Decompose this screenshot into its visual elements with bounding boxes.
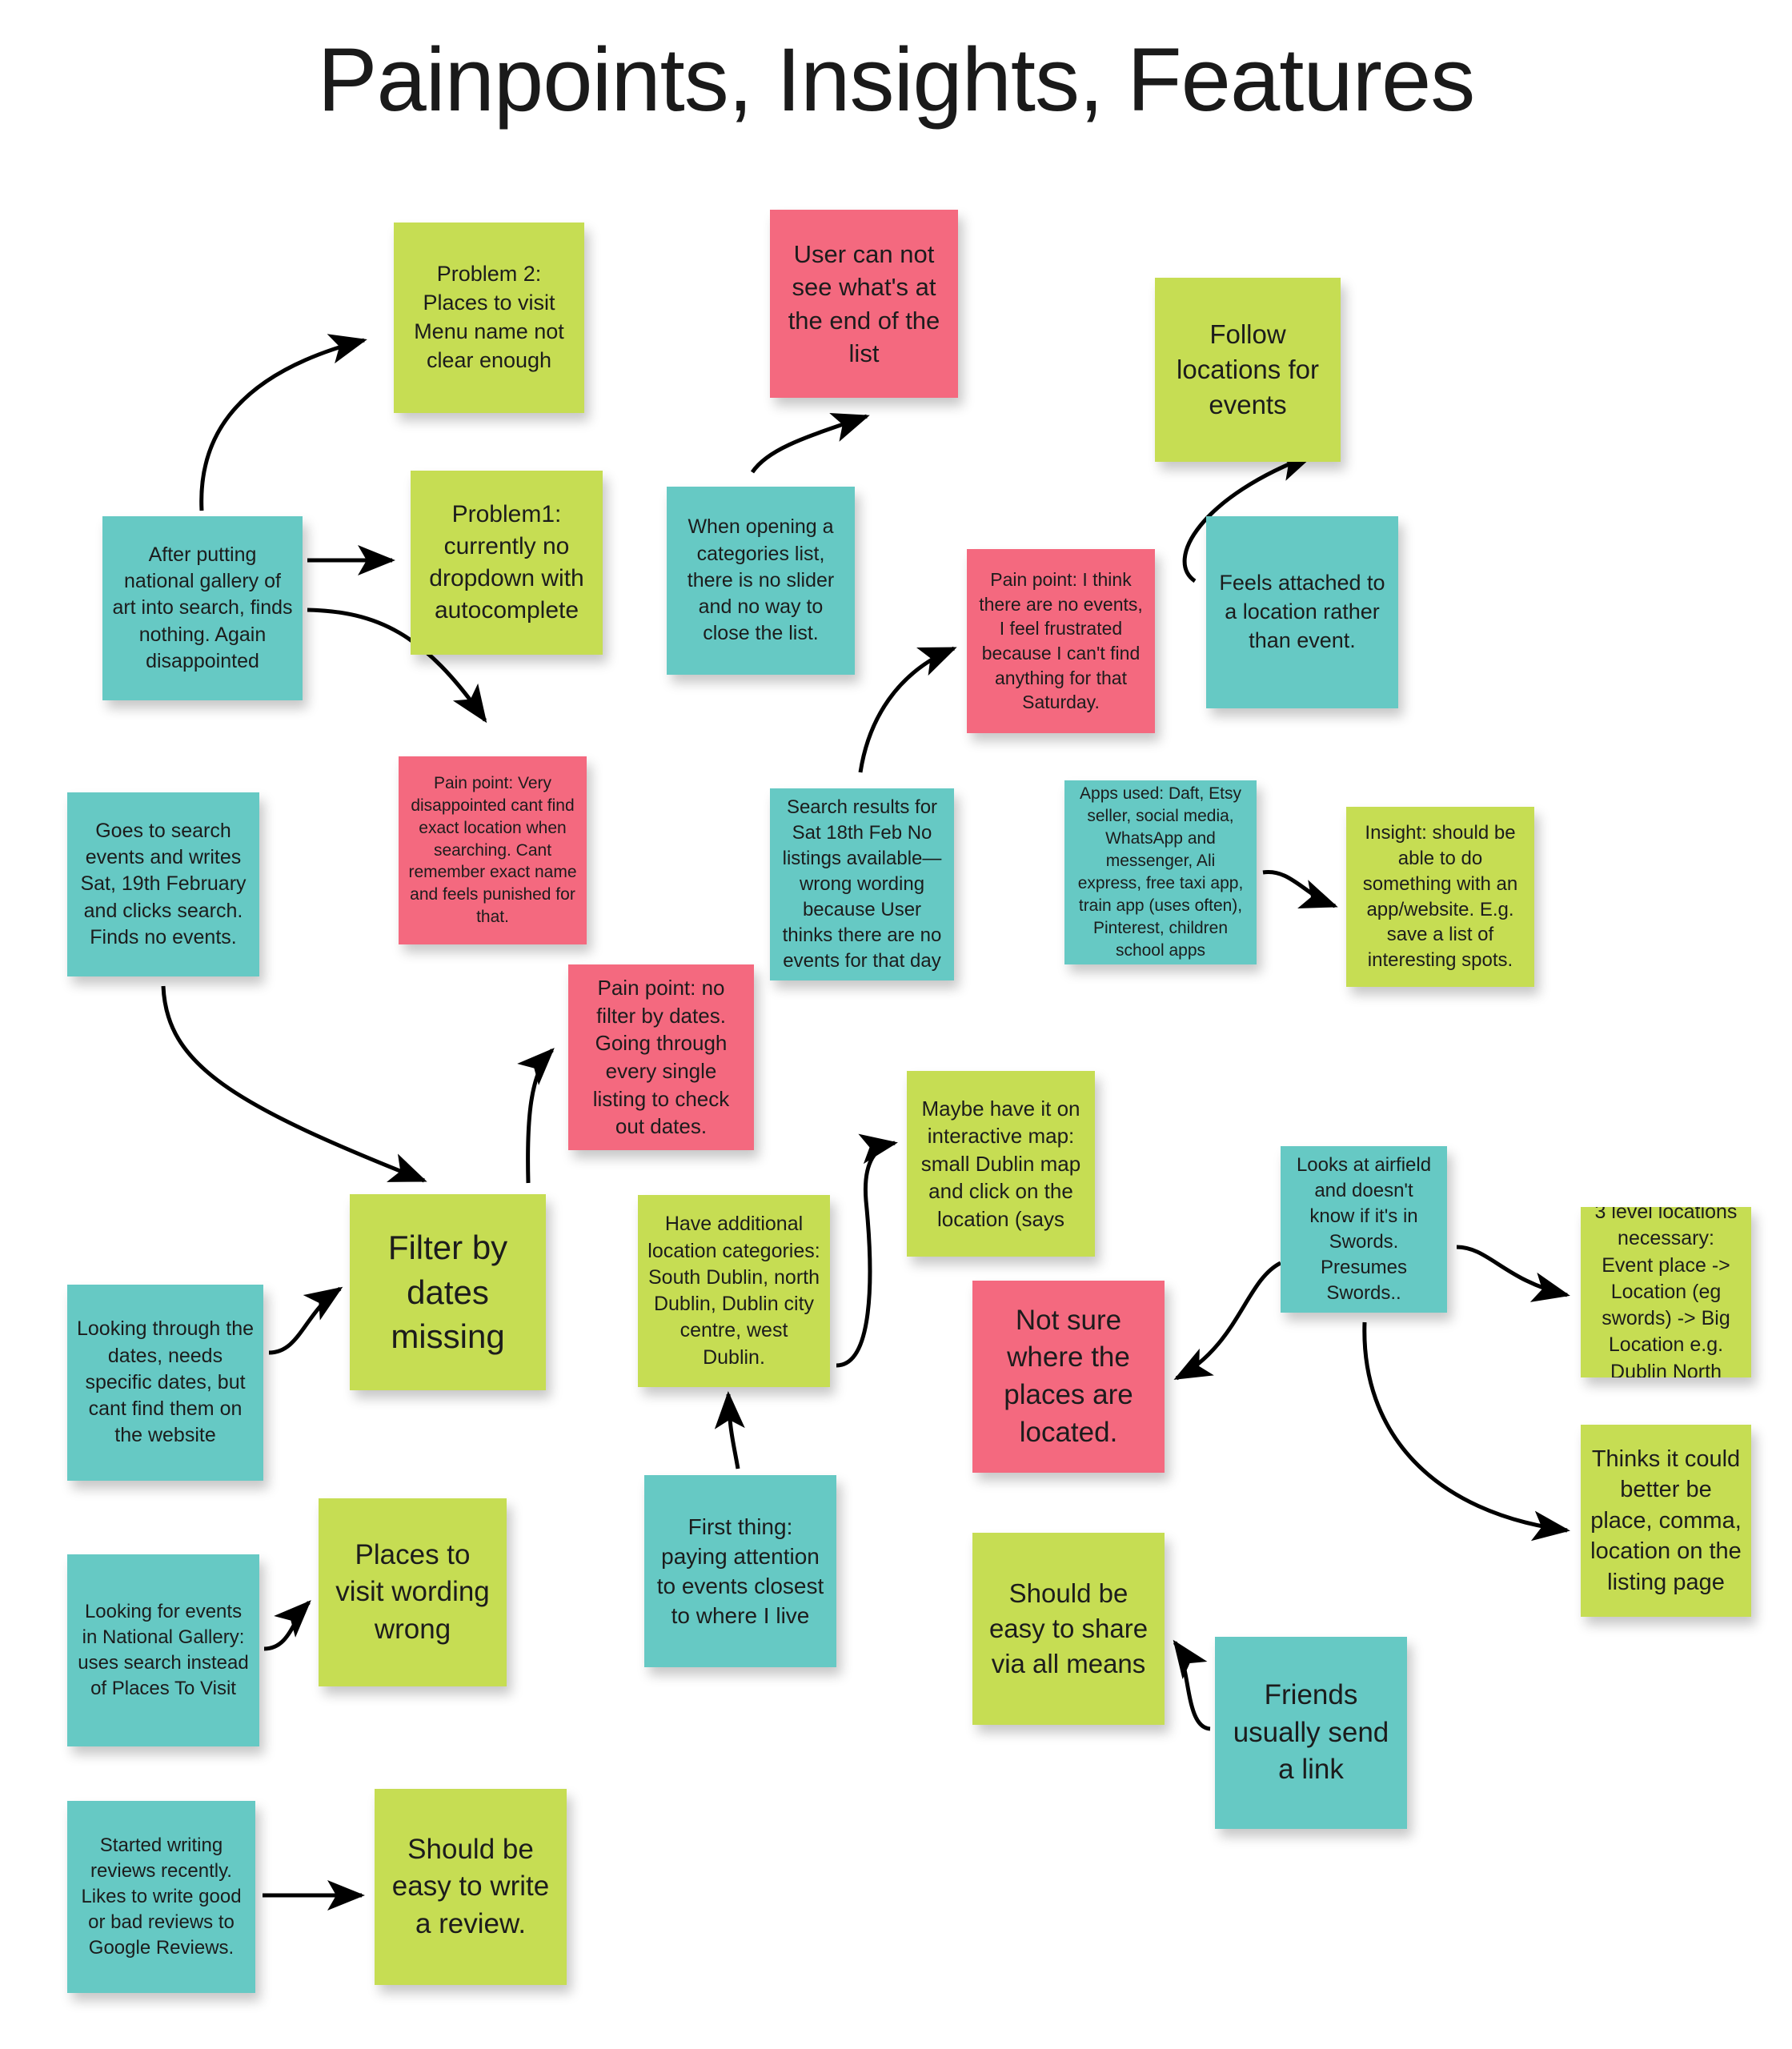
sticky-note[interactable]: Should be easy to write a review. [375,1789,567,1985]
sticky-note[interactable]: Insight: should be able to do something … [1346,807,1534,987]
sticky-note-text: Insight: should be able to do something … [1362,821,1518,972]
sticky-note-text: When opening a categories list, there is… [687,515,835,645]
sticky-note[interactable]: Problem 2: Places to visit Menu name not… [394,223,584,413]
connector-airfield-to-place-comma-location [1362,1321,1570,1542]
sticky-note[interactable]: When opening a categories list, there is… [667,487,855,675]
sticky-note-text: Apps used: Daft, Etsy seller, social med… [1077,784,1244,960]
connector-first-thing-to-location-categories [714,1391,745,1470]
sticky-note-text: Should be easy to share via all means [988,1578,1149,1678]
sticky-note-text: User can not see what's at the end of th… [788,240,940,367]
connector-location-categories-to-map [836,1133,898,1368]
connector-airfield-to-not-sure-located [1173,1261,1282,1381]
sticky-note-text: After putting national gallery of art in… [112,543,293,672]
sticky-note-text: Filter by dates missing [387,1228,508,1356]
connector-airfield-to-3-level-locations [1456,1245,1570,1302]
connector-categories-list-to-end-of-list [750,412,870,474]
sticky-note[interactable]: Filter by dates missing [350,1194,546,1390]
sticky-note-text: Places to visit wording wrong [335,1538,490,1645]
connector-apps-used-to-insight [1262,870,1338,908]
sticky-note[interactable]: Looking through the dates, needs specifi… [67,1285,263,1481]
sticky-note[interactable]: Feels attached to a location rather than… [1206,516,1398,708]
sticky-note[interactable]: Pain point: Very disappointed cant find … [399,756,587,944]
sticky-note-text: Maybe have it on interactive map: small … [920,1096,1081,1231]
sticky-note-text: Thinks it could better be place, comma, … [1590,1446,1742,1595]
sticky-note-text: Pain point: Very disappointed cant find … [408,773,577,927]
sticky-note[interactable]: Pain point: I think there are no events,… [967,549,1155,733]
sticky-note[interactable]: Friends usually send a link [1215,1637,1407,1829]
sticky-note[interactable]: Problem1: currently no dropdown with aut… [411,471,603,655]
connector-goes-to-search-to-filter-missing [161,985,427,1183]
sticky-note[interactable]: Search results for Sat 18th Feb No listi… [770,788,954,980]
sticky-note[interactable]: Have additional location categories: Sou… [638,1195,830,1387]
connector-national-gallery-to-wording-wrong [263,1600,311,1651]
sticky-note[interactable]: User can not see what's at the end of th… [770,210,958,398]
sticky-note-text: Pain point: I think there are no events,… [979,569,1143,713]
connector-looking-dates-to-filter-missing [268,1286,343,1355]
sticky-note-text: Goes to search events and writes Sat, 19… [80,819,247,948]
sticky-note-text: Have additional location categories: Sou… [647,1213,820,1369]
sticky-note[interactable]: Looking for events in National Gallery: … [67,1554,259,1746]
sticky-note[interactable]: Thinks it could better be place, comma, … [1581,1425,1751,1617]
sticky-note-text: Looking through the dates, needs specifi… [77,1317,255,1447]
sticky-note[interactable]: Places to visit wording wrong [319,1498,507,1686]
sticky-note-text: Not sure where the places are located. [1004,1304,1133,1448]
connector-search-results-to-frustration [858,646,957,773]
sticky-note[interactable]: Pain point: no filter by dates. Going th… [568,964,754,1150]
page-title: Painpoints, Insights, Features [317,30,1475,130]
sticky-note[interactable]: Apps used: Daft, Etsy seller, social med… [1064,780,1257,964]
connector-friends-link-to-easy-share [1173,1639,1211,1731]
sticky-note-text: 3 level locations necessary: Event place… [1594,1207,1738,1377]
sticky-note-text: Problem1: currently no dropdown with aut… [429,501,584,624]
sticky-note-text: Pain point: no filter by dates. Going th… [592,976,730,1139]
sticky-note[interactable]: Goes to search events and writes Sat, 19… [67,792,259,976]
sticky-note[interactable]: Started writing reviews recently. Likes … [67,1801,255,1993]
sticky-note[interactable]: Follow locations for events [1155,278,1341,462]
sticky-note-text: Should be easy to write a review. [391,1833,550,1939]
connector-after-search-to-problem2 [199,334,367,511]
sticky-note-text: Feels attached to a location rather than… [1219,571,1385,652]
sticky-note-text: Started writing reviews recently. Likes … [81,1834,242,1959]
sticky-note-text: Looks at airfield and doesn't know if it… [1296,1154,1432,1304]
sticky-note[interactable]: Maybe have it on interactive map: small … [907,1071,1095,1257]
sticky-note[interactable]: First thing: paying attention to events … [644,1475,836,1667]
sticky-note[interactable]: After putting national gallery of art in… [102,516,303,700]
sticky-note[interactable]: 3 level locations necessary: Event place… [1581,1207,1751,1377]
affinity-board: Painpoints, Insights, Features Problem 2… [0,0,1792,2049]
sticky-note[interactable]: Not sure where the places are located. [972,1281,1165,1473]
sticky-note-text: Looking for events in National Gallery: … [78,1601,249,1699]
sticky-note-text: Problem 2: Places to visit Menu name not… [414,262,564,372]
sticky-note-text: Friends usually send a link [1233,1679,1389,1786]
sticky-note-text: Follow locations for events [1177,319,1319,419]
sticky-note-text: Search results for Sat 18th Feb No listi… [782,796,942,972]
sticky-note[interactable]: Looks at airfield and doesn't know if it… [1281,1146,1447,1313]
sticky-note-text: First thing: paying attention to events … [656,1514,824,1629]
sticky-note[interactable]: Should be easy to share via all means [972,1533,1165,1725]
connector-filter-missing-to-painpoint-dates [517,1048,555,1184]
